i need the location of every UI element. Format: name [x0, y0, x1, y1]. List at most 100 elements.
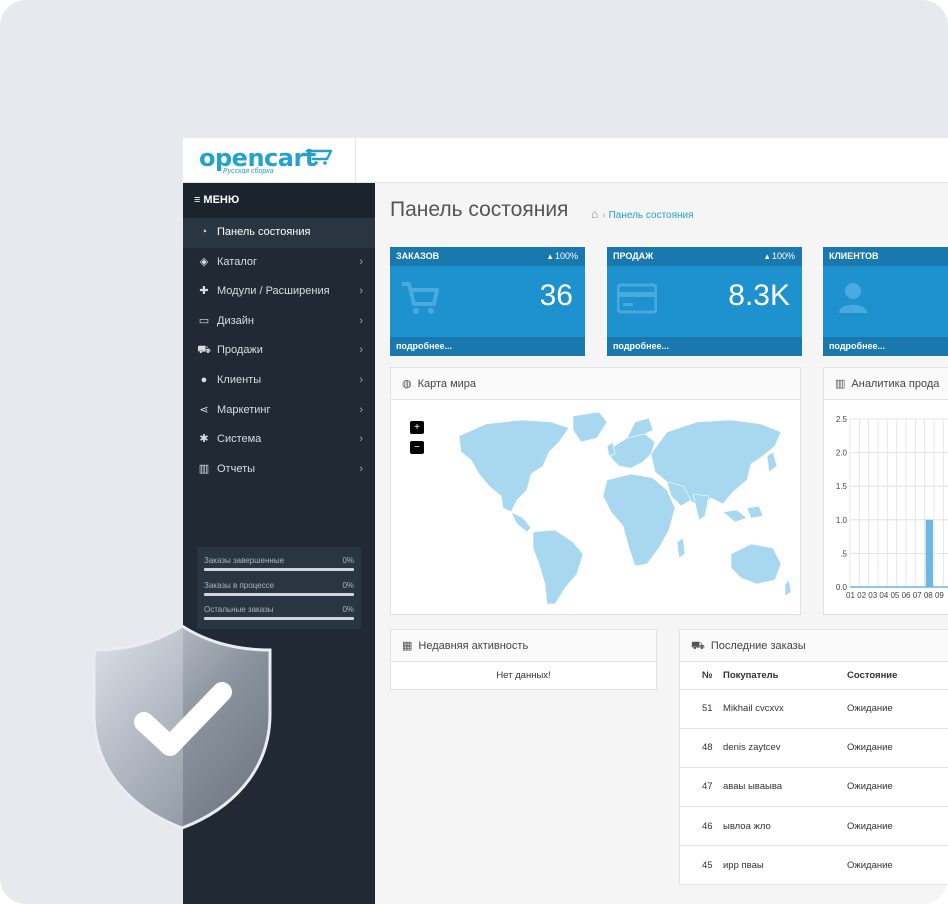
tag-icon: ◈ [199, 255, 209, 268]
tile-details-link[interactable]: подробнее... [390, 337, 585, 356]
panel-title: Последние заказы [710, 640, 806, 652]
sidebar-item-label: Модули / Расширения [217, 285, 330, 298]
table-row[interactable]: 51 Mikhail cvcxvx Ожидание [680, 689, 948, 729]
sidebar-item-sales[interactable]: ⛟ Продажи › [183, 336, 375, 366]
stat-label: Заказы завершенные [204, 556, 285, 565]
bar-chart-icon: ▥ [835, 378, 846, 390]
page-title: Панель состояния [390, 198, 569, 221]
background-canvas: opencart Русская сборка ≡ МЕНЮ ◔ Панель с… [0, 0, 948, 904]
order-status: Ожидание [847, 767, 948, 808]
home-icon[interactable]: ⌂ [591, 207, 598, 221]
menu-header[interactable]: ≡ МЕНЮ [183, 183, 375, 218]
order-id: 45 [680, 845, 723, 886]
sales-analytics-chart: 2.52.01.51.0.50.0 01 02 03 04 05 06 07 0… [836, 415, 948, 600]
menu-title: МЕНЮ [203, 194, 240, 206]
tile-details-link[interactable]: подробнее... [607, 337, 802, 356]
progress-bar [204, 568, 354, 571]
order-customer: аваы ываыва [723, 767, 847, 808]
sidebar-item-customers[interactable]: ● Клиенты › [183, 366, 375, 396]
sidebar-item-reports[interactable]: ▥ Отчеты › [183, 455, 375, 485]
sidebar-item-marketing[interactable]: ⋖ Маркетинг › [183, 396, 375, 426]
column-header-customer[interactable]: Покупатель [723, 662, 847, 690]
hamburger-icon: ≡ [194, 194, 201, 206]
bar-09 [925, 519, 933, 587]
panel-title: Аналитика прода [851, 378, 940, 390]
logo-cart-icon [305, 149, 333, 165]
column-header-status[interactable]: Состояние [847, 662, 948, 690]
order-id: 46 [680, 806, 723, 847]
sidebar-item-system[interactable]: ✱ Система › [183, 425, 375, 455]
sidebar-item-label: Дизайн [217, 314, 254, 327]
sidebar-item-label: Отчеты [217, 462, 256, 475]
recent-activity-panel: ▦ Недавняя активность Нет данных! [390, 629, 657, 690]
tile-body: 8.3K [607, 266, 802, 337]
user-icon [839, 283, 867, 313]
tile-title: КЛИЕНТОВ [829, 251, 879, 261]
y-axis-tick-label: 1.0 [836, 516, 848, 525]
world-map[interactable] [431, 408, 791, 608]
order-status: Ожидание [847, 689, 948, 729]
table-row[interactable]: 47 аваы ываыва Ожидание [680, 767, 948, 808]
tile-percent: ▴ 100% [764, 251, 795, 261]
breadcrumb-link[interactable]: Панель состояния [609, 210, 694, 221]
chevron-right-icon: › [359, 255, 363, 268]
panel-header: ⛟ Последние заказы [680, 630, 948, 662]
empty-message: Нет данных! [496, 670, 551, 681]
sidebar-item-label: Продажи [217, 344, 263, 357]
sidebar-item-dashboard[interactable]: ◔ Панель состояния [183, 218, 375, 248]
tile-details-link[interactable]: подробнее... [823, 337, 948, 356]
order-customer: Mikhail cvcxvx [723, 689, 847, 729]
chevron-right-icon: › [359, 462, 363, 475]
order-customer: ирр пваы [723, 845, 847, 886]
stat-value: 0% [342, 556, 354, 565]
stat-value: 0% [342, 605, 354, 614]
bar-chart-icon: ▥ [198, 462, 210, 475]
breadcrumb-separator: › [602, 210, 606, 221]
caret-up-icon: ▴ [547, 251, 553, 261]
table-row[interactable]: 48 denis zaytcev Ожидание [680, 728, 948, 768]
sidebar-item-catalog[interactable]: ◈ Каталог › [183, 248, 375, 278]
cart-icon [402, 282, 439, 314]
sidebar-item-modules[interactable]: ✚ Модули / Расширения › [183, 277, 375, 307]
tile-value: 36 [539, 279, 573, 312]
x-axis-tick-labels: 01 02 03 04 05 06 07 08 09 [846, 591, 944, 600]
logo[interactable]: opencart Русская сборка [183, 138, 356, 183]
share-icon: ⋖ [199, 403, 209, 416]
cart-icon: ⛟ [691, 640, 705, 652]
table-row[interactable]: 46 ывлоа жло Ожидание [680, 806, 948, 847]
panel-header: ◍ Карта мира [391, 368, 800, 400]
stat-label: Заказы в процессе [204, 580, 275, 590]
logo-subtitle: Русская сборка [223, 168, 274, 175]
tile-orders: ЗАКАЗОВ ▴ 100% 36 подробнее... [390, 247, 585, 356]
sidebar-item-label: Система [217, 433, 262, 446]
tile-body [823, 266, 948, 337]
tile-percent: ▴ 100% [547, 251, 578, 261]
y-axis-tick-label: 2.0 [836, 449, 848, 458]
progress-bar [204, 592, 354, 596]
zoom-out-button[interactable]: − [410, 441, 424, 454]
tile-header: ПРОДАЖ ▴ 100% [607, 247, 802, 266]
orders-table: № Покупатель Состояние 51 Mikhail cvcxvx… [680, 662, 948, 886]
table-header-row: № Покупатель Состояние [680, 662, 948, 690]
zoom-in-button[interactable]: + [410, 421, 424, 434]
sidebar-item-label: Маркетинг [217, 403, 271, 416]
stat-value: 0% [342, 580, 354, 590]
order-id: 47 [680, 767, 723, 808]
dashboard-icon: ◔ [200, 226, 208, 238]
progress-bar [204, 617, 354, 620]
tile-body: 36 [390, 266, 585, 337]
caret-up-icon: ▴ [764, 251, 770, 261]
chevron-right-icon: › [359, 433, 363, 446]
tile-title: ЗАКАЗОВ [396, 251, 440, 261]
order-status: Ожидание [847, 845, 948, 886]
order-status: Ожидание [847, 728, 948, 768]
admin-window: opencart Русская сборка ≡ МЕНЮ ◔ Панель с… [183, 138, 948, 904]
panel-title: Недавняя активность [418, 640, 529, 652]
table-row[interactable]: 45 ирр пваы Ожидание [680, 845, 948, 886]
chevron-right-icon: › [359, 373, 363, 386]
column-header-number[interactable]: № [680, 662, 723, 690]
chevron-right-icon: › [359, 314, 363, 327]
tile-customers: КЛИЕНТОВ подробнее... [823, 247, 948, 356]
chevron-right-icon: › [359, 344, 363, 357]
sidebar-item-design[interactable]: ▭ Дизайн › [183, 307, 375, 337]
